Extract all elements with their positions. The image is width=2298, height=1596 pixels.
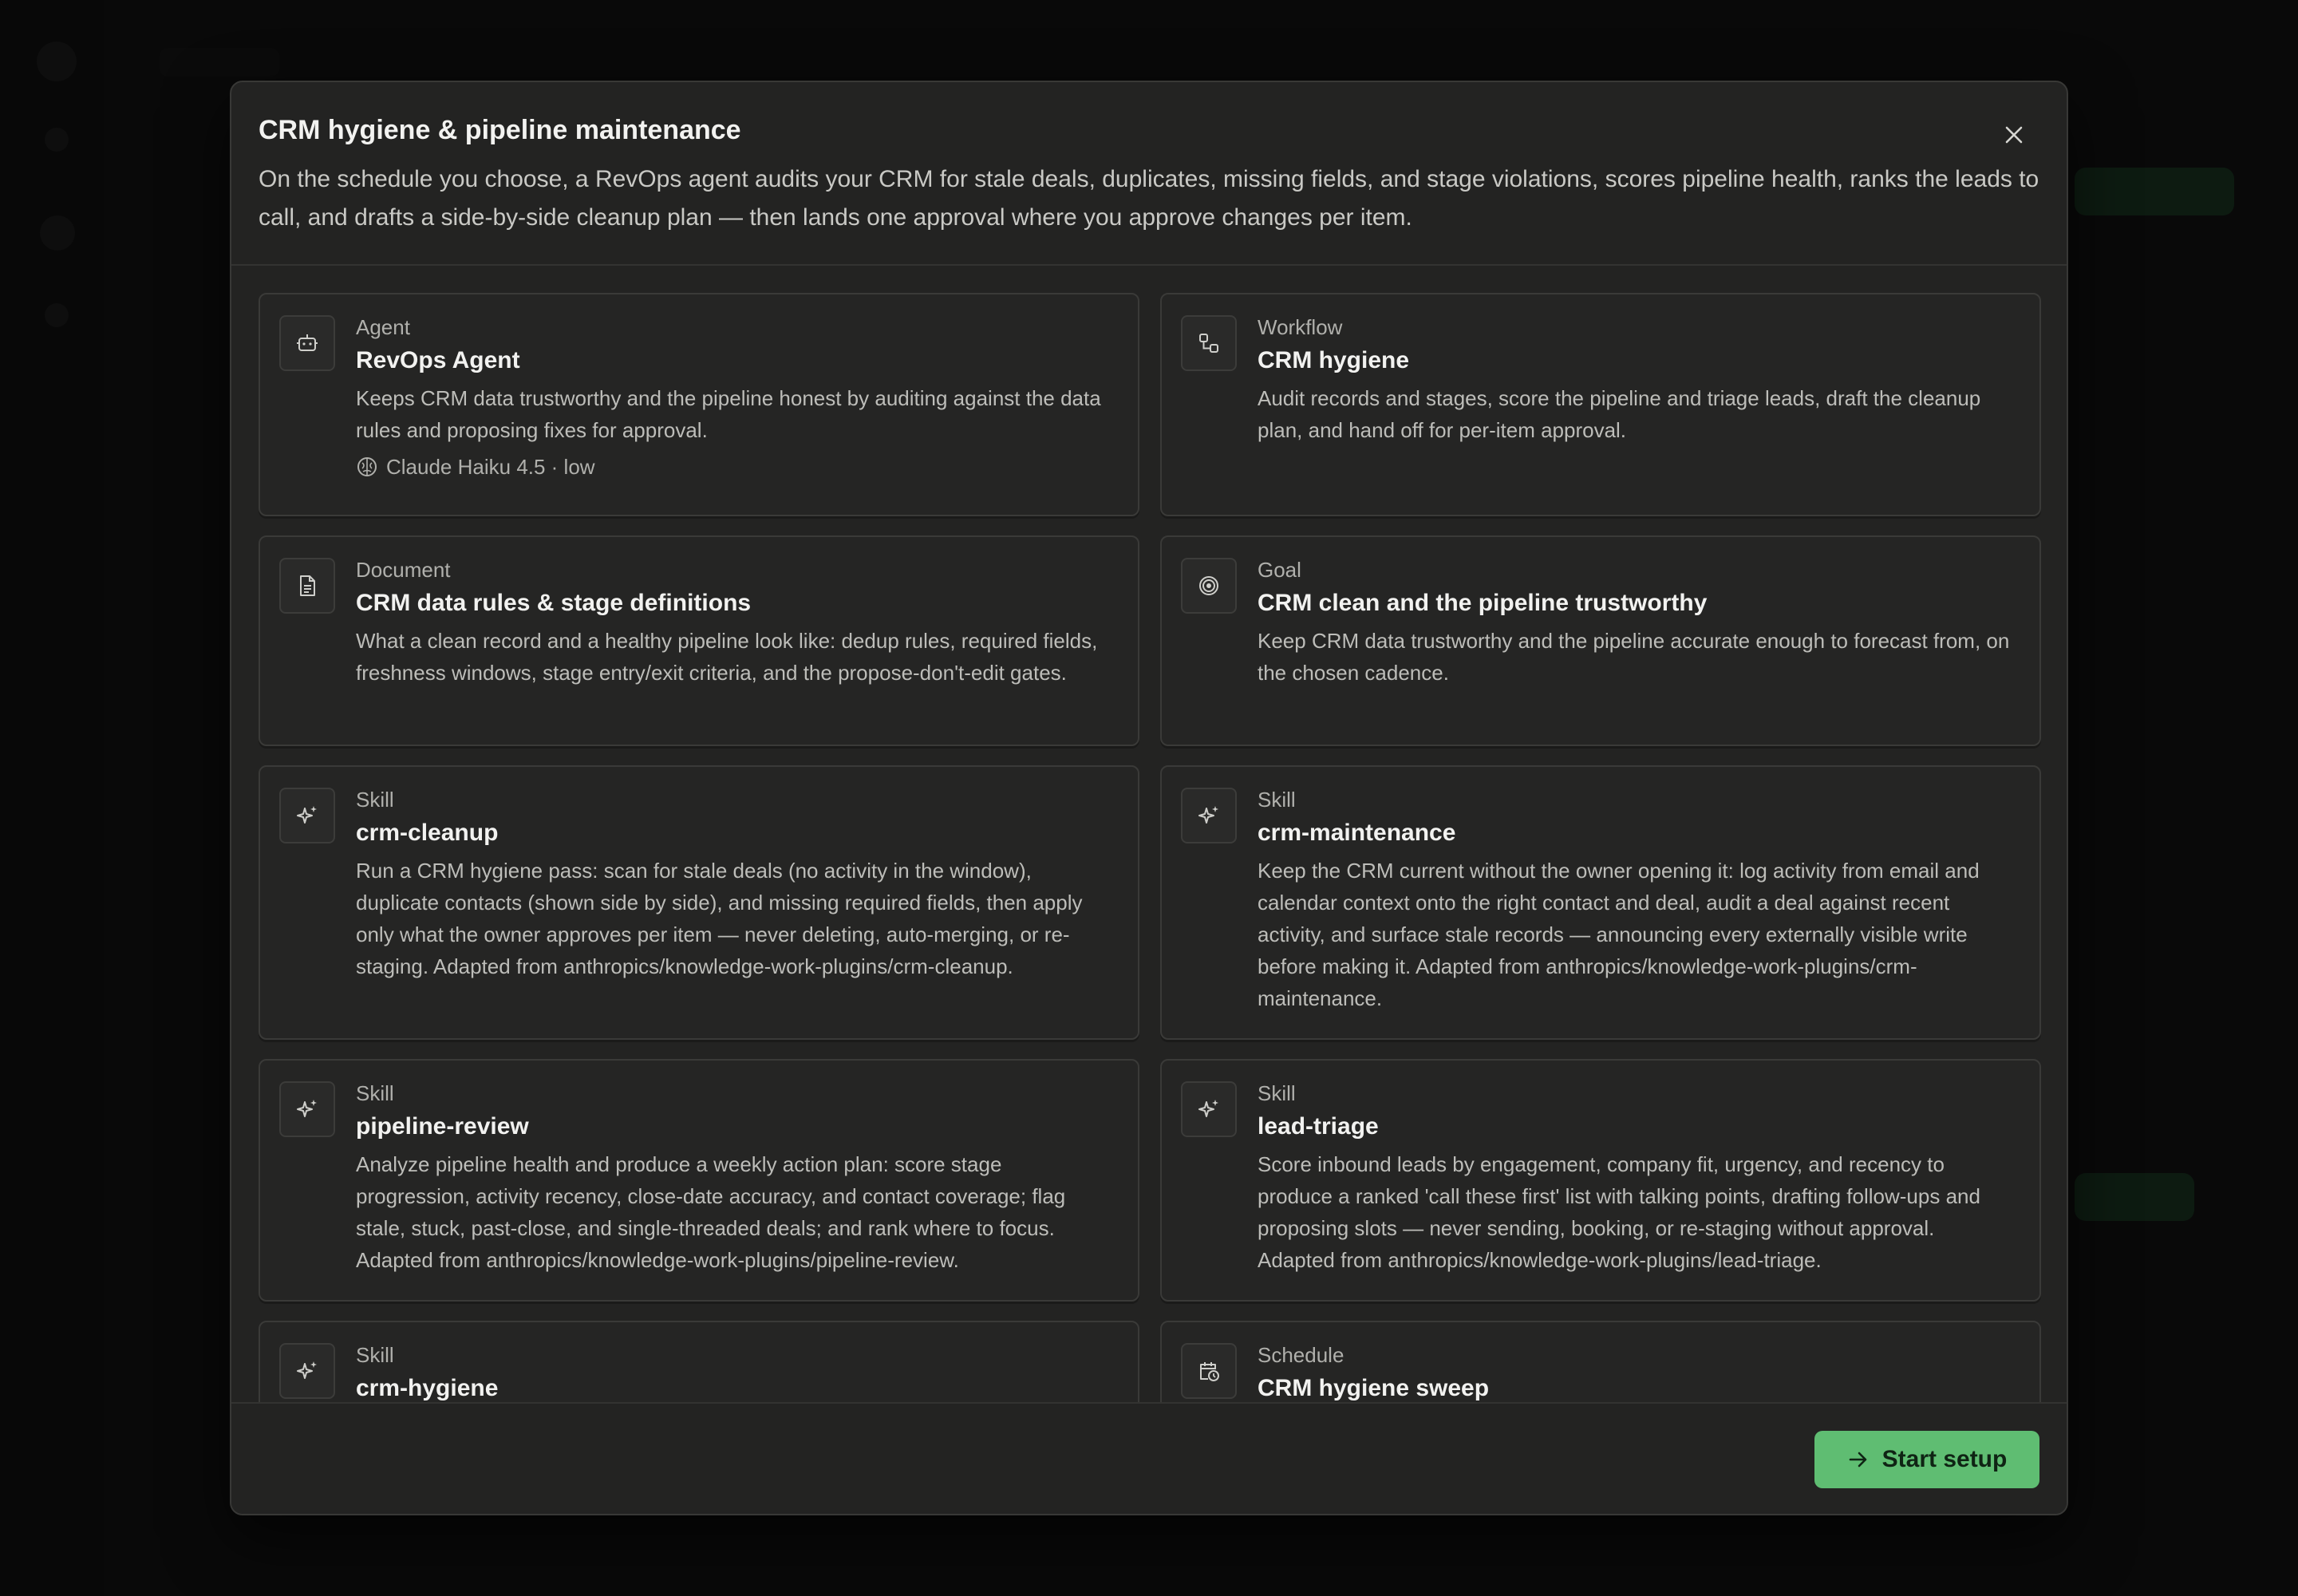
card-kind: Skill: [1258, 1081, 1296, 1105]
card-skill-pipeline-review[interactable]: Skill pipeline-review Analyze pipeline h…: [259, 1059, 1139, 1302]
card-kind: Agent: [356, 315, 410, 339]
card-name: CRM hygiene sweep: [1258, 1375, 1490, 1401]
card-description: What a clean record and a healthy pipeli…: [356, 629, 1098, 685]
card-kind: Skill: [1258, 788, 1296, 812]
card-agent[interactable]: Agent RevOps Agent Keeps CRM data trustw…: [259, 293, 1139, 516]
card-name: CRM clean and the pipeline trustworthy: [1258, 590, 1708, 616]
card-icon-box: [279, 788, 335, 843]
card-name: CRM data rules & stage definitions: [356, 590, 752, 616]
model-label: Claude Haiku 4.5 · low: [386, 455, 595, 479]
card-icon-box: [279, 1081, 335, 1137]
sparkle-icon: [297, 1100, 317, 1117]
card-kind: Schedule: [1258, 1343, 1344, 1367]
calendar-clock-icon: [1200, 1362, 1219, 1381]
card-icon-box: [1181, 788, 1237, 843]
card-description: Score inbound leads by engagement, compa…: [1258, 1152, 1980, 1272]
card-name: crm-maintenance: [1258, 820, 1456, 846]
card-icon-box: [279, 1343, 335, 1399]
card-icon-box: [279, 315, 335, 371]
modal-title: CRM hygiene & pipeline maintenance: [259, 115, 741, 145]
sparkle-icon: [1198, 1100, 1218, 1117]
card-workflow[interactable]: Workflow CRM hygiene Audit records and s…: [1160, 293, 2041, 516]
sparkle-icon: [297, 1361, 317, 1379]
card-description: Audit records and stages, score the pipe…: [1258, 386, 1981, 442]
close-icon: [2005, 126, 2023, 144]
workflow-icon: [1199, 334, 1218, 353]
card-icon-box: [1181, 558, 1237, 614]
card-description: Keep the CRM current without the owner o…: [1258, 859, 1980, 1010]
card-icon-box: [1181, 1081, 1237, 1137]
card-icon-box: [1181, 1343, 1237, 1399]
component-grid: Agent RevOps Agent Keeps CRM data trustw…: [259, 293, 2043, 1485]
template-modal: CRM hygiene & pipeline maintenance On th…: [230, 81, 2068, 1515]
card-document[interactable]: Document CRM data rules & stage definiti…: [259, 535, 1139, 746]
card-kind: Document: [356, 558, 451, 582]
modal-header: CRM hygiene & pipeline maintenance On th…: [231, 82, 2067, 266]
sparkle-icon: [297, 806, 317, 824]
card-skill-lead-triage[interactable]: Skill lead-triage Score inbound leads by…: [1160, 1059, 2041, 1302]
card-name: CRM hygiene: [1258, 347, 1410, 373]
card-name: pipeline-review: [356, 1113, 529, 1140]
card-name: lead-triage: [1258, 1113, 1379, 1140]
modal-footer: Start setup: [231, 1402, 2067, 1514]
card-icon-box: [1181, 315, 1237, 371]
card-kind: Workflow: [1258, 315, 1343, 339]
card-name: crm-cleanup: [356, 820, 499, 846]
card-description: Analyze pipeline health and produce a we…: [356, 1152, 1066, 1272]
document-icon: [300, 575, 315, 596]
start-setup-button[interactable]: Start setup: [1814, 1431, 2039, 1488]
robot-icon: [297, 334, 318, 351]
card-kind: Skill: [356, 788, 394, 812]
card-goal[interactable]: Goal CRM clean and the pipeline trustwor…: [1160, 535, 2041, 746]
card-description: Run a CRM hygiene pass: scan for stale d…: [356, 859, 1083, 978]
brain-icon: [357, 457, 377, 476]
start-setup-label: Start setup: [1881, 1446, 2008, 1472]
card-skill-crm-maintenance[interactable]: Skill crm-maintenance Keep the CRM curre…: [1160, 765, 2041, 1040]
modal-body[interactable]: Agent RevOps Agent Keeps CRM data trustw…: [259, 293, 2043, 1485]
card-kind: Goal: [1258, 558, 1301, 582]
card-icon-box: [279, 558, 335, 614]
modal-description: On the schedule you choose, a RevOps age…: [259, 166, 2039, 231]
card-description: Keeps CRM data trustworthy and the pipel…: [356, 386, 1101, 442]
arrow-right-icon: [1849, 1452, 1866, 1468]
card-kind: Skill: [356, 1081, 394, 1105]
model-info: Claude Haiku 4.5 · low: [356, 452, 1114, 481]
sparkle-icon: [1198, 806, 1218, 824]
card-kind: Skill: [356, 1343, 394, 1367]
card-name: RevOps Agent: [356, 347, 520, 373]
card-name: crm-hygiene: [356, 1375, 499, 1401]
close-button[interactable]: [1996, 117, 2031, 152]
card-skill-crm-cleanup[interactable]: Skill crm-cleanup Run a CRM hygiene pass…: [259, 765, 1139, 1040]
target-icon: [1199, 576, 1218, 595]
card-description: Keep CRM data trustworthy and the pipeli…: [1258, 629, 2010, 685]
